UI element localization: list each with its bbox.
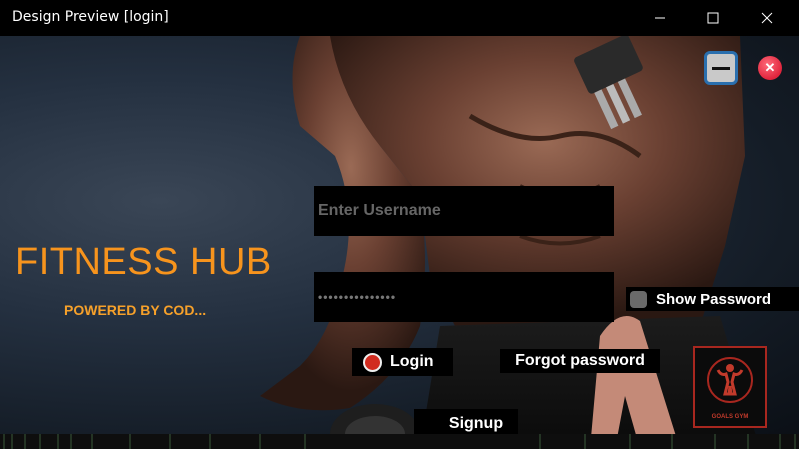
show-password-checkbox[interactable]: Show Password [626, 287, 799, 311]
forgot-password-label: Forgot password [515, 352, 645, 369]
window-maximize-button[interactable] [690, 0, 736, 36]
login-button[interactable]: Login [352, 348, 453, 376]
window-title: Design Preview [login] [12, 9, 169, 25]
minus-icon [712, 66, 730, 70]
window-close-button[interactable] [744, 0, 790, 36]
password-field[interactable]: ••••••••••••••• [314, 272, 614, 322]
close-icon [761, 12, 773, 24]
app-minimize-button[interactable] [704, 51, 738, 85]
logo-text: GOALS GYM [711, 414, 749, 420]
brand-title: FITNESS HUB [15, 241, 272, 283]
forgot-password-link[interactable]: Forgot password [500, 349, 660, 373]
username-placeholder: Enter Username [318, 202, 441, 219]
show-password-label: Show Password [656, 290, 772, 308]
bottom-noise-strip [0, 434, 799, 449]
username-field[interactable]: Enter Username [314, 186, 614, 236]
app-close-button[interactable]: ✕ [758, 56, 782, 80]
brand-subtitle: POWERED BY COD... [64, 302, 207, 318]
signup-label: Signup [448, 415, 504, 432]
window-minimize-button[interactable] [637, 0, 683, 36]
login-label: Login [390, 353, 434, 370]
window-titlebar: Design Preview [login] [0, 0, 799, 36]
minimize-icon [655, 17, 665, 19]
x-icon: ✕ [764, 60, 776, 75]
checkbox-icon [630, 290, 647, 308]
gym-logo: GOALS GYM [693, 346, 767, 428]
password-value: ••••••••••••••• [318, 290, 397, 304]
maximize-icon [707, 12, 719, 24]
radio-icon [363, 352, 382, 372]
login-screen: ✕ FITNESS HUB POWERED BY COD... Enter Us… [0, 36, 799, 449]
